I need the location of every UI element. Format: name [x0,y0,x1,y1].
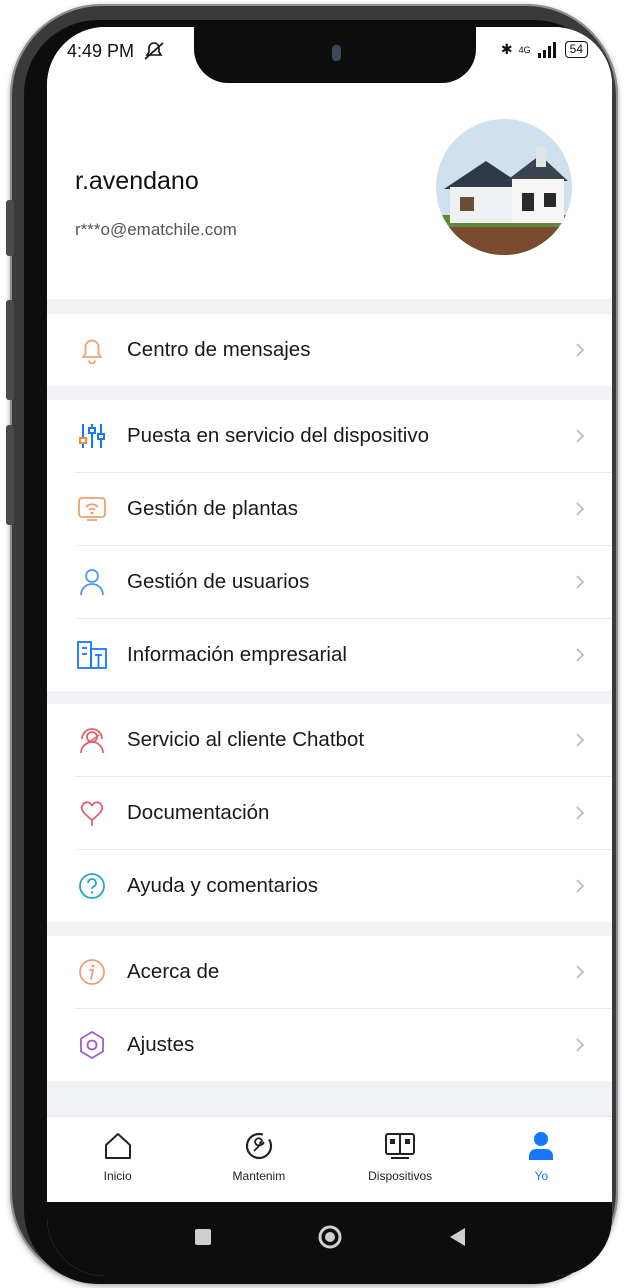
info-icon [75,955,109,989]
chevron-right-icon [570,428,590,444]
user-icon [75,565,109,599]
network-type: 4G [518,44,531,55]
status-time: 4:49 PM [67,41,135,61]
maintenance-icon [243,1127,275,1165]
menu-item-documentacion[interactable]: Documentación [75,777,612,850]
back-button[interactable] [447,1226,467,1253]
sliders-icon [75,419,109,453]
chevron-right-icon [570,342,590,358]
menu-item-centro-de-mensajes[interactable]: Centro de mensajes [75,314,612,386]
recents-button[interactable] [193,1227,213,1252]
settings-icon [75,1028,109,1062]
notifications-muted-icon [144,42,164,60]
bottom-nav: Inicio Mantenim Dispositivos Yo [47,1116,612,1203]
status-bar: 4:49 PM ✱ 4G 54 [47,27,612,75]
chevron-right-icon [570,647,590,663]
house-photo [436,119,572,255]
system-nav-bar [47,1202,612,1276]
chevron-right-icon [570,964,590,980]
phone-side-button [6,300,14,400]
menu-group-management: Puesta en servicio del dispositivo Gesti… [47,400,612,691]
menu-item-gestion-de-plantas[interactable]: Gestión de plantas [75,473,612,546]
chevron-right-icon [570,1037,590,1053]
menu-item-label: Puesta en servicio del dispositivo [127,424,429,447]
headset-icon [75,723,109,757]
menu-item-ajustes[interactable]: Ajustes [75,1009,612,1081]
nav-tab-dispositivos[interactable]: Dispositivos [330,1117,471,1203]
chevron-right-icon [570,574,590,590]
menu-item-servicio-al-cliente-chatbot[interactable]: Servicio al cliente Chatbot [75,704,612,777]
nav-tab-label: Dispositivos [368,1169,433,1183]
menu-item-label: Documentación [127,801,270,824]
help-icon [75,869,109,903]
menu-group-messages: Centro de mensajes [47,314,612,386]
app-screen: 4:49 PM ✱ 4G 54 r.avendano r***o@ematchi… [47,27,612,1276]
document-icon [75,796,109,830]
chevron-right-icon [570,878,590,894]
plant-icon [75,492,109,526]
menu-item-label: Ayuda y comentarios [127,874,319,897]
nav-tab-inicio[interactable]: Inicio [47,1117,188,1203]
signal-icon [537,41,556,58]
chevron-right-icon [570,732,590,748]
nav-tab-label: Inicio [103,1169,132,1183]
nav-tab-yo[interactable]: Yo [471,1117,612,1203]
profile-username: r.avendano [75,167,199,195]
menu-item-informacion-empresarial[interactable]: Información empresarial [75,619,612,691]
phone-side-button [6,425,14,525]
battery-icon: 54 [564,41,588,58]
phone-side-button [6,200,14,256]
menu-item-label: Ajustes [127,1033,195,1056]
bell-icon [75,333,109,367]
menu-item-ayuda-y-comentarios[interactable]: Ayuda y comentarios [75,850,612,922]
person-icon [526,1127,556,1165]
status-right: ✱ 4G 54 [501,41,588,58]
menu-group-support: Servicio al cliente Chatbot Documentació… [47,704,612,922]
menu-item-gestion-de-usuarios[interactable]: Gestión de usuarios [75,546,612,619]
nav-tab-label: Mantenim [232,1169,286,1183]
menu-item-puesta-en-servicio[interactable]: Puesta en servicio del dispositivo [75,400,612,473]
menu-item-label: Servicio al cliente Chatbot [127,728,365,751]
nav-tab-mantenim[interactable]: Mantenim [188,1117,329,1203]
avatar[interactable] [436,119,572,255]
home-icon [102,1127,134,1165]
menu-item-label: Acerca de [127,960,220,983]
devices-icon [383,1127,417,1165]
nav-tab-label: Yo [534,1169,549,1183]
menu-item-label: Gestión de plantas [127,497,298,520]
home-button[interactable] [317,1224,343,1255]
menu-group-app: Acerca de Ajustes [47,936,612,1081]
building-icon [75,638,109,672]
menu-item-acerca-de[interactable]: Acerca de [75,936,612,1009]
profile-email: r***o@ematchile.com [75,220,237,239]
chevron-right-icon [570,501,590,517]
chevron-right-icon [570,805,590,821]
menu-item-label: Gestión de usuarios [127,570,310,593]
menu-item-label: Centro de mensajes [127,338,311,361]
menu-item-label: Información empresarial [127,643,347,666]
bluetooth-icon: ✱ [500,41,513,57]
